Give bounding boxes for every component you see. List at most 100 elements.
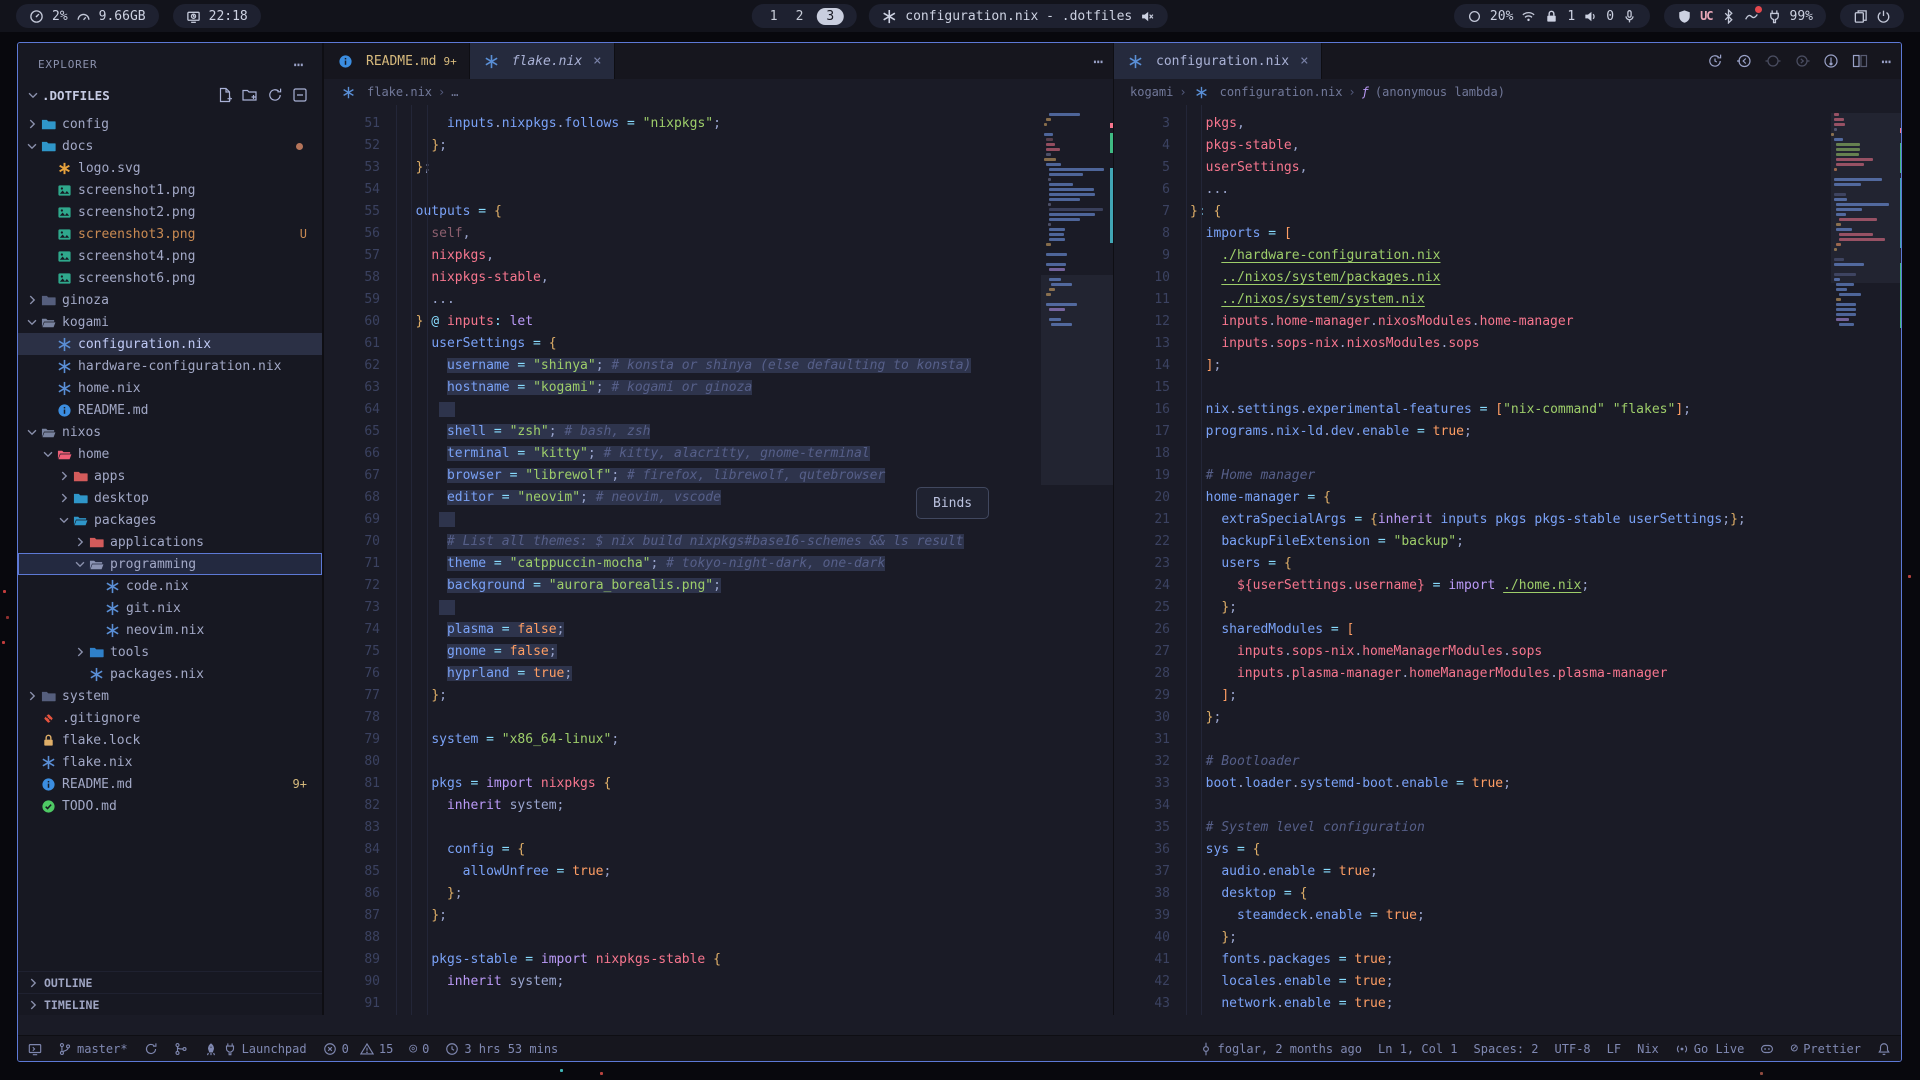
indentation-setting[interactable]: Spaces: 2 bbox=[1474, 1042, 1539, 1056]
language-mode[interactable]: Nix bbox=[1637, 1042, 1659, 1056]
tree-item-flake-nix[interactable]: flake.nix bbox=[18, 751, 322, 773]
tree-item-git-nix[interactable]: git.nix bbox=[18, 597, 322, 619]
outline-section[interactable]: OUTLINE bbox=[18, 971, 322, 993]
collapse-folders-button[interactable] bbox=[292, 87, 308, 103]
tree-item-todo-md[interactable]: TODO.md bbox=[18, 795, 322, 817]
tree-item-packages[interactable]: packages bbox=[18, 509, 322, 531]
tray-app-icon[interactable]: UC bbox=[1700, 9, 1712, 23]
tree-item-tools[interactable]: tools bbox=[18, 641, 322, 663]
line-numbers: 5152535455565758596061626364656667686970… bbox=[324, 105, 380, 1015]
code-line-30: }; bbox=[1190, 707, 1831, 729]
breadcrumb-item[interactable]: kogami bbox=[1130, 85, 1173, 99]
tree-item-desktop[interactable]: desktop bbox=[18, 487, 322, 509]
workspace-root-row[interactable]: .DOTFILES bbox=[18, 82, 322, 108]
mute-icon[interactable] bbox=[1140, 9, 1155, 24]
workspace-1[interactable]: 1 bbox=[765, 9, 783, 24]
formatter-status[interactable]: ⊘Prettier bbox=[1790, 1041, 1861, 1056]
breadcrumb-item[interactable]: (anonymous lambda) bbox=[1375, 85, 1505, 99]
tree-item--gitignore[interactable]: .gitignore bbox=[18, 707, 322, 729]
remote-indicator[interactable] bbox=[28, 1042, 42, 1056]
tree-item-applications[interactable]: applications bbox=[18, 531, 322, 553]
tray-pill[interactable]: UC 99% bbox=[1664, 4, 1826, 28]
nav-back-icon[interactable] bbox=[1736, 53, 1752, 69]
hardware-pill[interactable]: 20% 1 0 bbox=[1454, 4, 1650, 28]
tree-item-screenshot6-png[interactable]: screenshot6.png bbox=[18, 267, 322, 289]
code-line-32: # Bootloader bbox=[1190, 751, 1831, 773]
workspace-2[interactable]: 2 bbox=[791, 9, 809, 24]
refresh-explorer-button[interactable] bbox=[267, 87, 283, 103]
tree-item-system[interactable]: system bbox=[18, 685, 322, 707]
clock-pill[interactable]: 22:18 bbox=[173, 4, 261, 28]
cursor-position[interactable]: Ln 1, Col 1 bbox=[1378, 1042, 1457, 1056]
tracked-time-item[interactable]: 3 hrs 53 mins bbox=[445, 1042, 558, 1056]
tree-item-screenshot2-png[interactable]: screenshot2.png bbox=[18, 201, 322, 223]
workspace-3[interactable]: 3 bbox=[816, 8, 844, 25]
breadcrumb-item[interactable]: configuration.nix bbox=[1220, 85, 1343, 99]
breadcrumb: kogami › configuration.nix › ƒ (anonymou… bbox=[1114, 79, 1902, 105]
tree-item-code-nix[interactable]: code.nix bbox=[18, 575, 322, 597]
timeline-history-icon[interactable] bbox=[1707, 53, 1723, 69]
new-file-button[interactable] bbox=[217, 87, 233, 103]
editor-more-actions[interactable]: ⋯ bbox=[1881, 52, 1891, 71]
tree-item-kogami[interactable]: kogami bbox=[18, 311, 322, 333]
system-stats-pill[interactable]: 2% 9.66GB bbox=[16, 4, 159, 28]
tree-item-logo-svg[interactable]: logo.svg bbox=[18, 157, 322, 179]
tree-item-readme-md[interactable]: README.md9+ bbox=[18, 773, 322, 795]
explorer-more-actions[interactable]: ⋯ bbox=[294, 55, 304, 74]
code-line-23: users = { bbox=[1190, 553, 1831, 575]
tab-readme[interactable]: README.md 9+ bbox=[324, 43, 470, 79]
tree-item-config[interactable]: config bbox=[18, 113, 322, 135]
tree-item-screenshot4-png[interactable]: screenshot4.png bbox=[18, 245, 322, 267]
breadcrumb-item[interactable]: flake.nix bbox=[367, 85, 432, 99]
tab-configuration[interactable]: configuration.nix × bbox=[1114, 43, 1322, 79]
tree-item-readme-md[interactable]: README.md bbox=[18, 399, 322, 421]
tree-item-flake-lock[interactable]: flake.lock bbox=[18, 729, 322, 751]
breadcrumb-item[interactable]: … bbox=[451, 85, 458, 99]
code-editor-flake[interactable]: 5152535455565758596061626364656667686970… bbox=[324, 105, 1041, 1015]
git-branch-item[interactable]: master* bbox=[58, 1042, 128, 1056]
minimap[interactable] bbox=[1041, 105, 1113, 1015]
notification-tray-icon[interactable] bbox=[1744, 9, 1759, 24]
tree-item-home-nix[interactable]: home.nix bbox=[18, 377, 322, 399]
close-tab-icon[interactable]: × bbox=[1300, 53, 1308, 69]
tree-item-screenshot1-png[interactable]: screenshot1.png bbox=[18, 179, 322, 201]
tree-item-nixos[interactable]: nixos bbox=[18, 421, 322, 443]
sync-changes-button[interactable] bbox=[144, 1042, 158, 1056]
split-editor-icon[interactable] bbox=[1852, 53, 1868, 69]
launchpad-item[interactable]: Launchpad bbox=[204, 1042, 307, 1056]
notifications-bell[interactable] bbox=[1877, 1042, 1891, 1056]
pull-request-button[interactable] bbox=[174, 1042, 188, 1056]
rocket-icon bbox=[204, 1042, 218, 1056]
tab-flake[interactable]: flake.nix × bbox=[470, 43, 615, 79]
code-editor-configuration[interactable]: 3456789101112131415161718192021222324252… bbox=[1114, 105, 1831, 1015]
prev-change-icon[interactable] bbox=[1765, 53, 1781, 69]
eol-setting[interactable]: LF bbox=[1607, 1042, 1621, 1056]
close-tab-icon[interactable]: × bbox=[593, 53, 601, 69]
tree-item-apps[interactable]: apps bbox=[18, 465, 322, 487]
tree-item-programming[interactable]: programming bbox=[18, 553, 322, 575]
new-folder-button[interactable] bbox=[242, 87, 258, 103]
git-blame-item[interactable]: foglar, 2 months ago bbox=[1199, 1042, 1363, 1056]
problems-item[interactable]: 0 15 bbox=[323, 1042, 394, 1056]
session-pill[interactable] bbox=[1840, 4, 1904, 28]
workspaces-pill[interactable]: 123 bbox=[752, 4, 857, 28]
minimap[interactable] bbox=[1831, 105, 1902, 1015]
tree-item-docs[interactable]: docs bbox=[18, 135, 322, 157]
editor-more-actions[interactable]: ⋯ bbox=[1083, 52, 1113, 71]
encoding-setting[interactable]: UTF-8 bbox=[1555, 1042, 1591, 1056]
timeline-section[interactable]: TIMELINE bbox=[18, 993, 322, 1015]
tree-item-configuration-nix[interactable]: configuration.nix bbox=[18, 333, 322, 355]
tree-item-packages-nix[interactable]: packages.nix bbox=[18, 663, 322, 685]
next-change-icon[interactable] bbox=[1794, 53, 1810, 69]
go-live-button[interactable]: Go Live bbox=[1675, 1042, 1745, 1056]
tree-item-label: system bbox=[62, 689, 109, 704]
tree-item-home[interactable]: home bbox=[18, 443, 322, 465]
tree-item-neovim-nix[interactable]: neovim.nix bbox=[18, 619, 322, 641]
tree-item-screenshot3-png[interactable]: screenshot3.pngU bbox=[18, 223, 322, 245]
copilot-status[interactable] bbox=[1760, 1042, 1774, 1056]
tree-item-hardware-configuration-nix[interactable]: hardware-configuration.nix bbox=[18, 355, 322, 377]
errors-icon bbox=[323, 1042, 337, 1056]
tree-item-ginoza[interactable]: ginoza bbox=[18, 289, 322, 311]
run-file-icon[interactable] bbox=[1823, 53, 1839, 69]
ports-item[interactable]: ◎0 bbox=[409, 1041, 429, 1056]
